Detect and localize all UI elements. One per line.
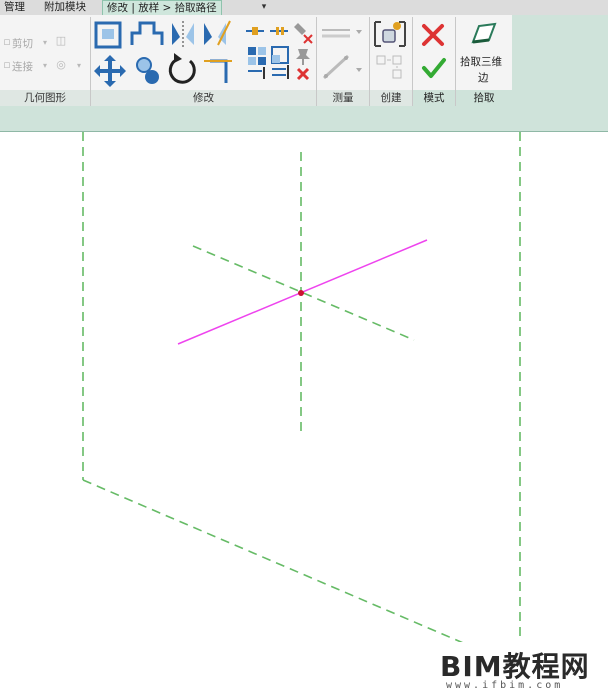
measure-panel-label: 测量 (317, 90, 369, 106)
tab-dropdown-button[interactable]: ▾ (252, 2, 276, 12)
split-element-icon[interactable] (246, 27, 264, 35)
reference-line-bottom (82, 479, 469, 646)
pick-3d-edges-icon (471, 22, 497, 44)
pin-icon[interactable] (296, 49, 310, 65)
unpin-icon[interactable] (294, 23, 313, 44)
options-bar (0, 106, 608, 132)
trim-extend-single-icon[interactable] (248, 67, 265, 79)
move-icon[interactable] (94, 55, 126, 87)
align-icon[interactable] (94, 21, 122, 49)
cut-label[interactable]: 剪切 (12, 36, 33, 51)
tab-manage[interactable]: 管理 (0, 0, 29, 15)
tab-addins[interactable]: 附加模块 (40, 0, 90, 15)
modify-panel-label: 修改 (91, 90, 316, 106)
mirror-pick-axis-icon[interactable] (172, 21, 194, 47)
pick-panel-label: 拾取 (456, 90, 512, 106)
watermark-logo: BIM教程网 (440, 650, 590, 683)
copy-move-icon[interactable] (136, 57, 159, 84)
mirror-draw-axis-icon[interactable] (204, 20, 231, 46)
trim-extend-multiple-icon[interactable] (272, 65, 289, 79)
copy-icon[interactable] (248, 47, 266, 65)
cancel-edit-mode-icon[interactable] (422, 24, 444, 46)
split-face-icon[interactable]: ◎ (54, 57, 68, 71)
ribbon-right-empty-area (512, 15, 608, 106)
create-similar-icon[interactable] (376, 55, 402, 79)
rotate-icon[interactable] (168, 53, 196, 84)
tab-modify-sweep-pick-path[interactable]: 修改 | 放样 > 拾取路径 (102, 0, 222, 15)
join-dropdown-icon[interactable]: ▾ (38, 58, 52, 72)
scale-icon[interactable] (271, 46, 289, 64)
mode-panel-label: 模式 (413, 90, 455, 106)
pick-3d-edges-label-line2: 边 (478, 72, 489, 84)
split-with-gap-icon[interactable] (270, 27, 288, 35)
drawing-canvas[interactable] (0, 132, 608, 693)
aligned-dimension-icon[interactable] (322, 54, 362, 80)
create-group-icon[interactable] (374, 21, 406, 47)
path-endpoint[interactable] (298, 290, 304, 296)
finish-edit-mode-icon[interactable] (422, 58, 446, 78)
modify-tools-svg (94, 20, 313, 87)
create-panel-label: 创建 (370, 90, 412, 106)
uncut-icon[interactable]: ◫ (54, 33, 68, 47)
create-tools-svg (374, 21, 406, 79)
delete-icon[interactable] (296, 67, 310, 81)
measure-distance-icon[interactable] (322, 29, 362, 38)
watermark-url: www.ifbim.com (446, 680, 564, 691)
mode-tools-svg (422, 24, 446, 78)
trim-extend-corner-icon[interactable] (204, 59, 232, 83)
measure-tools-svg (322, 29, 362, 80)
split-dropdown-icon[interactable]: ▾ (72, 58, 86, 72)
join-label[interactable]: 连接 (12, 59, 33, 74)
pick-3d-edges-button[interactable]: 拾取三维 边 (456, 18, 512, 88)
cut-dropdown-icon[interactable]: ▾ (38, 35, 52, 49)
pick-3d-edges-label-line1: 拾取三维 (460, 56, 502, 68)
geometry-panel-label: 几何图形 (0, 90, 90, 106)
offset-icon[interactable] (130, 21, 164, 45)
ribbon-tab-bar: 管理 附加模块 修改 | 放样 > 拾取路径 ▾ (0, 0, 608, 15)
